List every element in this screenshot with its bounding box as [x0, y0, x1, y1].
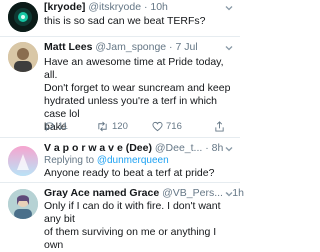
- tweet-handle-time: @itskryode · 10h: [88, 1, 168, 13]
- retweet-button[interactable]: 120: [96, 121, 128, 132]
- avatar[interactable]: [8, 42, 38, 72]
- tweet-text-line: of them surviving on me or anything I ow…: [44, 226, 217, 251]
- tweet-gray-ace-grace[interactable]: Gray Ace named Grace @VB_Pers... · 1h On…: [0, 183, 244, 251]
- tweet-author[interactable]: [kryode] @itskryode · 10h: [44, 1, 168, 13]
- reply-to-link[interactable]: @dunmerqueen: [97, 155, 169, 166]
- tweet-author[interactable]: V a p o r w a v e (Dee) @Dee_t... · 8h: [44, 142, 223, 154]
- tweet-author[interactable]: Matt Lees @Jam_sponge · 7 Jul: [44, 41, 198, 53]
- tweet-text-line: Only if I can do it with fire. I don't w…: [44, 200, 221, 225]
- tweet-text: Only if I can do it with fire. I don't w…: [44, 200, 236, 252]
- tweet-handle-time: @Dee_t... · 8h: [154, 142, 224, 154]
- retweet-count: 120: [112, 121, 128, 132]
- avatar-vaporwave-dee-image: [8, 146, 38, 176]
- tweet-text-line: hydrated unless you're a terf in which c…: [44, 95, 218, 120]
- tweet-text-line: Have an awesome time at Pride today, all…: [44, 56, 224, 81]
- replying-to: Replying to @dunmerqueen: [44, 155, 169, 166]
- reply-icon: [45, 122, 54, 132]
- like-count: 716: [166, 121, 182, 132]
- share-button[interactable]: [214, 121, 228, 132]
- avatar[interactable]: [8, 146, 38, 176]
- avatar[interactable]: [8, 189, 38, 219]
- tweet-matt-lees[interactable]: Matt Lees @Jam_sponge · 7 Jul Have an aw…: [0, 37, 240, 137]
- share-icon: [215, 121, 224, 132]
- chevron-down-icon[interactable]: [224, 3, 234, 13]
- tweet-actions: 11 120 716: [44, 121, 234, 133]
- tweet-vaporwave-dee[interactable]: V a p o r w a v e (Dee) @Dee_t... · 8h R…: [0, 138, 240, 182]
- tweet-handle-time: @Jam_sponge · 7 Jul: [95, 41, 198, 53]
- heart-icon: [152, 121, 163, 132]
- retweet-icon: [98, 121, 107, 132]
- avatar-kryode-image: [8, 2, 38, 32]
- like-button[interactable]: 716: [152, 121, 182, 132]
- avatar-matt-lees-image: [8, 42, 38, 72]
- tweet-text: Anyone ready to beat a terf at pride?: [44, 167, 215, 179]
- tweet-text-line: Don't forget to wear suncream and keep: [44, 82, 231, 94]
- chevron-down-icon[interactable]: [224, 189, 234, 199]
- reply-button[interactable]: 11: [44, 121, 68, 132]
- reply-count: 11: [58, 121, 68, 132]
- chevron-down-icon[interactable]: [224, 144, 234, 154]
- chevron-down-icon[interactable]: [224, 43, 234, 53]
- tweet-author[interactable]: Gray Ace named Grace @VB_Pers... · 1h: [44, 187, 244, 199]
- avatar-gray-ace-grace-image: [8, 189, 38, 219]
- tweet-kryode[interactable]: [kryode] @itskryode · 10h this is so sad…: [0, 0, 240, 36]
- avatar[interactable]: [8, 2, 38, 32]
- tweet-text: this is so sad can we beat TERFs?: [44, 15, 206, 27]
